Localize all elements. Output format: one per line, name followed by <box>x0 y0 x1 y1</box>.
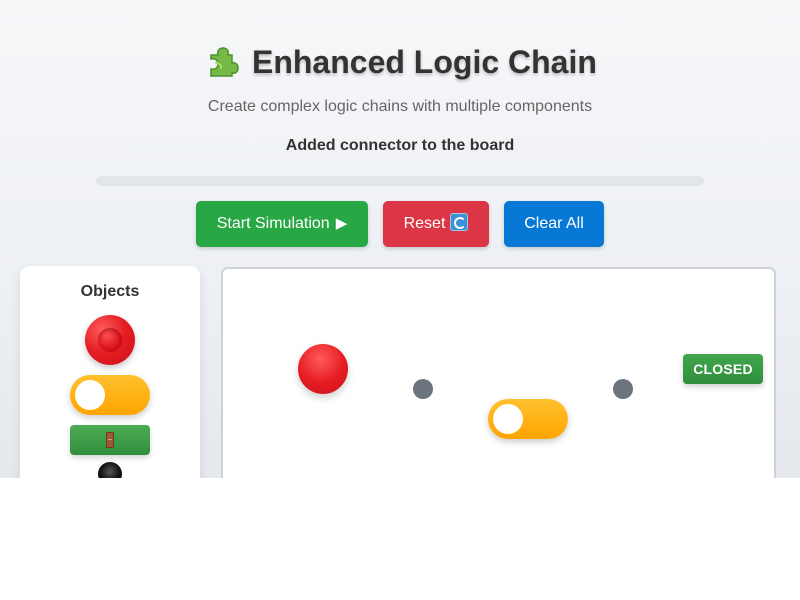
toggle-switch-object[interactable] <box>70 375 150 415</box>
page-title: Enhanced Logic Chain <box>0 35 800 89</box>
start-simulation-label: Start Simulation <box>216 215 330 232</box>
start-simulation-button[interactable]: Start Simulation ▶ <box>196 201 368 247</box>
board-red-ball[interactable] <box>298 344 348 394</box>
door-icon <box>106 432 114 448</box>
reset-label: Reset <box>403 215 446 232</box>
red-button-object[interactable] <box>85 315 135 365</box>
reset-icon <box>450 213 469 231</box>
app-viewport: Enhanced Logic Chain Create complex logi… <box>0 0 800 478</box>
simulation-progress-bar <box>96 176 704 186</box>
reset-button[interactable]: Reset <box>383 201 489 247</box>
objects-title: Objects <box>80 283 140 300</box>
status-message: Added connector to the board <box>285 137 515 154</box>
logic-board[interactable]: CLOSED <box>221 267 776 478</box>
black-ball-object[interactable] <box>98 462 122 478</box>
clear-all-button[interactable]: Clear All <box>504 201 604 247</box>
board-toggle-switch[interactable] <box>488 399 568 439</box>
door-object[interactable] <box>70 425 150 455</box>
puzzle-piece-icon <box>203 41 239 77</box>
toggle-switch-icon <box>75 380 105 410</box>
title-text: Enhanced Logic Chain <box>251 44 597 80</box>
board-connector[interactable] <box>413 379 433 399</box>
play-icon: ▶ <box>335 215 348 232</box>
objects-panel: Objects <box>20 266 200 478</box>
toggle-knob <box>493 404 523 434</box>
door-status-badge[interactable]: CLOSED <box>683 354 763 384</box>
page-subtitle: Create complex logic chains with multipl… <box>207 98 593 115</box>
board-connector[interactable] <box>613 379 633 399</box>
clear-all-label: Clear All <box>524 215 584 232</box>
